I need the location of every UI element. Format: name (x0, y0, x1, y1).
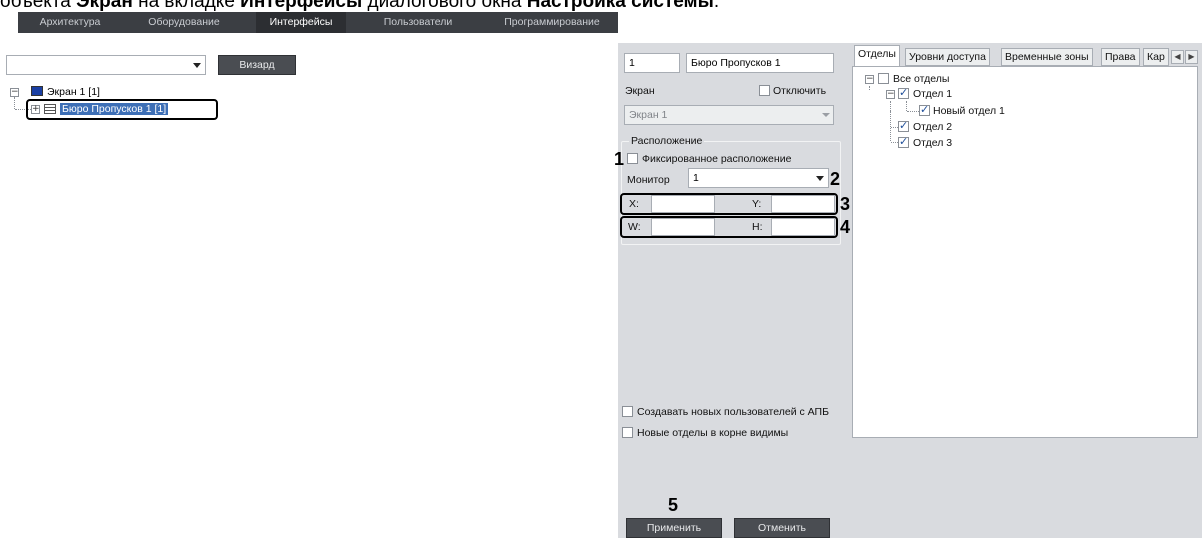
tree-node-dept-3[interactable]: Отдел 3 (913, 137, 952, 149)
callout-2: 2 (830, 169, 841, 189)
tab-rights[interactable]: Права (1101, 48, 1140, 66)
cancel-button[interactable]: Отменить (734, 518, 830, 538)
tree-node-pass-office[interactable]: Бюро Пропусков 1 [1] (60, 103, 169, 115)
create-users-label: Создавать новых пользователей с АПБ (637, 406, 829, 418)
h-input[interactable] (771, 218, 835, 236)
collapse-icon[interactable]: − (10, 88, 19, 97)
objects-pane: Визард − Экран 1 [1] + Бюро Пропусков 1 … (0, 33, 618, 538)
tabs-scroll-left-icon[interactable]: ◀ (1171, 50, 1184, 64)
tab-interfaces[interactable]: Интерфейсы (256, 12, 346, 33)
monitor-select[interactable]: 1 (688, 168, 829, 188)
tab-users[interactable]: Пользователи (368, 12, 468, 33)
screen-label: Экран (625, 85, 655, 97)
callout-4: 4 (840, 217, 851, 237)
tab-time-zones[interactable]: Временные зоны (1001, 48, 1093, 66)
caption-part: . (713, 0, 720, 12)
tree-node-new-dept-1[interactable]: Новый отдел 1 (933, 105, 1005, 117)
screen-select[interactable]: Экран 1 (624, 105, 834, 125)
caption-part: диалогового окна (362, 0, 527, 12)
tab-access-levels[interactable]: Уровни доступа (905, 48, 990, 66)
h-label: H: (752, 221, 763, 233)
w-label: W: (628, 221, 641, 233)
dept-1-checkbox[interactable] (898, 86, 909, 99)
tree-node-dept-1[interactable]: Отдел 1 (913, 88, 952, 100)
tab-programming[interactable]: Программирование (488, 12, 616, 33)
callout-5: 5 (668, 495, 679, 515)
disable-checkbox[interactable] (759, 85, 770, 96)
tree-connector (890, 111, 891, 141)
caption-bold-interfaces: Интерфейсы (240, 0, 363, 12)
main-tab-bar: Архитектура Оборудование Интерфейсы Поль… (18, 12, 618, 33)
callout-1: 1 (614, 149, 625, 169)
chevron-down-icon[interactable] (816, 176, 824, 181)
y-label: Y: (752, 198, 762, 210)
tabs-scroll-right-icon[interactable]: ▶ (1185, 50, 1198, 64)
fixed-location-checkbox[interactable] (627, 153, 638, 164)
apply-button[interactable]: Применить (626, 518, 722, 538)
chevron-down-icon (822, 113, 830, 117)
dept-2-checkbox[interactable] (898, 119, 909, 132)
tree-node-all-depts[interactable]: Все отделы (893, 73, 949, 85)
y-input[interactable] (771, 195, 835, 213)
fixed-location-label: Фиксированное расположение (642, 153, 792, 165)
x-input[interactable] (651, 195, 715, 213)
chevron-down-icon[interactable] (193, 63, 201, 68)
caption-bold-settings: Настройка системы (526, 0, 714, 12)
tree-connector (891, 142, 898, 143)
wizard-button[interactable]: Визард (218, 55, 296, 75)
pass-office-icon (44, 104, 56, 114)
disable-label: Отключить (773, 85, 827, 97)
location-group-label: Расположение (629, 135, 705, 147)
monitor-label: Монитор (627, 174, 670, 186)
tab-departments[interactable]: Отделы (854, 45, 900, 67)
x-label: X: (629, 198, 639, 210)
caption-part: объекта (0, 0, 77, 12)
tree-node-dept-2[interactable]: Отдел 2 (913, 121, 952, 133)
collapse-icon[interactable]: − (886, 90, 895, 99)
create-users-checkbox[interactable] (622, 406, 633, 417)
screen-icon (31, 86, 43, 96)
expand-icon[interactable]: + (31, 105, 40, 114)
tree-connector (869, 86, 870, 90)
tree-connector (891, 127, 898, 128)
tree-connector (907, 111, 919, 112)
all-depts-checkbox[interactable] (878, 73, 889, 84)
object-id-field[interactable]: 1 (624, 53, 680, 73)
tree-node-screen[interactable]: Экран 1 [1] (47, 86, 100, 98)
tab-equipment[interactable]: Оборудование (130, 12, 238, 33)
w-input[interactable] (651, 218, 715, 236)
new-depts-root-label: Новые отделы в корне видимы (637, 427, 789, 439)
tab-architecture[interactable]: Архитектура (18, 12, 122, 33)
new-dept-1-checkbox[interactable] (919, 103, 930, 116)
collapse-icon[interactable]: − (865, 75, 874, 84)
new-depts-root-checkbox[interactable] (622, 427, 633, 438)
tree-connector (14, 97, 15, 109)
callout-3: 3 (840, 194, 851, 214)
caption-bold-screen: Экран (76, 0, 133, 12)
tree-connector (890, 101, 891, 111)
tab-cards[interactable]: Кар (1143, 48, 1169, 66)
object-type-combo[interactable] (6, 55, 206, 75)
caption-part: на вкладке (132, 0, 241, 12)
tree-connector (906, 101, 907, 111)
dept-3-checkbox[interactable] (898, 135, 909, 148)
object-name-field[interactable]: Бюро Пропусков 1 (686, 53, 834, 73)
